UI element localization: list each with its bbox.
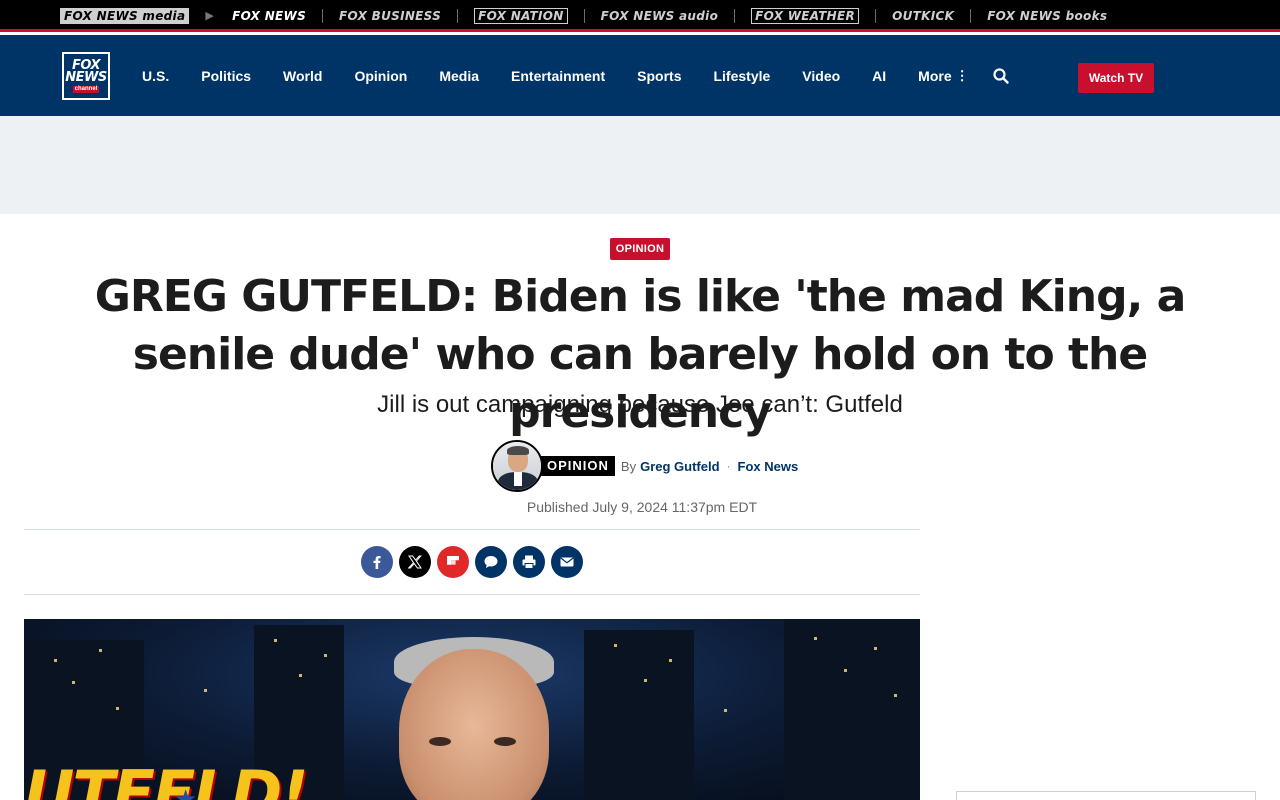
divider bbox=[322, 8, 324, 23]
nav-item-ai[interactable]: AI bbox=[872, 68, 886, 84]
nav-item-video[interactable]: Video bbox=[802, 68, 840, 84]
network-link-fox-news-audio[interactable]: FOX NEWS audio bbox=[601, 9, 719, 23]
divider bbox=[457, 8, 459, 23]
nav-item-politics[interactable]: Politics bbox=[201, 68, 251, 84]
search-icon bbox=[993, 68, 1009, 84]
divider bbox=[24, 594, 920, 595]
network-link-fox-nation[interactable]: FOX NATION bbox=[474, 7, 568, 24]
author-avatar[interactable] bbox=[491, 440, 543, 492]
main-header: FOX NEWS channel U.S. Politics World Opi… bbox=[0, 35, 1280, 116]
divider bbox=[875, 8, 877, 23]
network-link-fox-news[interactable]: FOX NEWS bbox=[232, 9, 306, 23]
share-bar bbox=[361, 546, 589, 578]
article-hero-image: UTFELD! ★ bbox=[24, 619, 920, 800]
nav-item-opinion[interactable]: Opinion bbox=[354, 68, 407, 84]
nav-item-world[interactable]: World bbox=[283, 68, 322, 84]
published-value: July 9, 2024 11:37pm EDT bbox=[592, 499, 758, 515]
divider bbox=[24, 529, 920, 530]
network-bar-items: FOX NEWS media ▶ FOX NEWS FOX BUSINESS F… bbox=[60, 0, 1107, 31]
facebook-icon bbox=[373, 556, 381, 569]
category-kicker[interactable]: OPINION bbox=[610, 238, 670, 260]
byline-separator: · bbox=[726, 459, 731, 473]
vertical-dots-icon: ⋮ bbox=[955, 67, 969, 83]
gutfeld-show-sign: UTFELD! bbox=[24, 757, 309, 800]
divider bbox=[734, 8, 736, 23]
network-link-fox-weather[interactable]: FOX WEATHER bbox=[751, 7, 860, 24]
flipboard-icon bbox=[447, 556, 459, 565]
x-twitter-icon bbox=[408, 555, 422, 569]
share-email-button[interactable] bbox=[551, 546, 583, 578]
network-link-fox-business[interactable]: FOX BUSINESS bbox=[339, 9, 441, 23]
nav-item-sports[interactable]: Sports bbox=[637, 68, 681, 84]
divider bbox=[583, 8, 585, 23]
source-link[interactable]: Fox News bbox=[738, 459, 799, 474]
star-graphic: ★ bbox=[174, 784, 198, 800]
ad-slot bbox=[0, 116, 1280, 214]
share-comments-button[interactable] bbox=[475, 546, 507, 578]
byline-by: By bbox=[620, 458, 637, 474]
divider bbox=[970, 8, 972, 23]
nav-item-media[interactable]: Media bbox=[439, 68, 479, 84]
network-bar: FOX NEWS media ▶ FOX NEWS FOX BUSINESS F… bbox=[0, 0, 1280, 32]
opinion-tag: OPINION bbox=[541, 456, 615, 476]
email-icon bbox=[560, 557, 574, 567]
network-link-fox-news-books[interactable]: FOX NEWS books bbox=[987, 9, 1107, 23]
share-x-button[interactable] bbox=[399, 546, 431, 578]
search-button[interactable] bbox=[992, 67, 1010, 85]
nav-item-us[interactable]: U.S. bbox=[142, 68, 169, 84]
network-link-fox-news-media[interactable]: FOX NEWS media bbox=[60, 7, 190, 24]
print-button[interactable] bbox=[513, 546, 545, 578]
byline: OPINION By Greg Gutfeld · Fox News bbox=[491, 440, 798, 492]
share-facebook-button[interactable] bbox=[361, 546, 393, 578]
print-icon bbox=[522, 555, 536, 569]
published-label: Published bbox=[526, 499, 589, 515]
sidebar-module bbox=[956, 791, 1256, 800]
network-link-outkick[interactable]: OUTKICK bbox=[892, 9, 954, 23]
author-link[interactable]: Greg Gutfeld bbox=[640, 459, 719, 474]
play-triangle-icon: ▶ bbox=[205, 9, 215, 22]
nav-item-entertainment[interactable]: Entertainment bbox=[511, 68, 605, 84]
published-date: Published July 9, 2024 11:37pm EDT bbox=[0, 499, 1280, 515]
fox-news-logo[interactable]: FOX NEWS channel bbox=[62, 52, 110, 100]
primary-nav: U.S. Politics World Opinion Media Entert… bbox=[142, 35, 969, 116]
share-flipboard-button[interactable] bbox=[437, 546, 469, 578]
nav-more-label: More bbox=[918, 67, 952, 84]
nav-item-lifestyle[interactable]: Lifestyle bbox=[713, 68, 770, 84]
article-subhead: Jill is out campaigning because Joe can’… bbox=[377, 391, 903, 418]
comment-icon bbox=[484, 556, 498, 568]
watch-tv-button[interactable]: Watch TV bbox=[1078, 63, 1154, 93]
nav-more-button[interactable]: More ⋮ bbox=[918, 68, 968, 84]
